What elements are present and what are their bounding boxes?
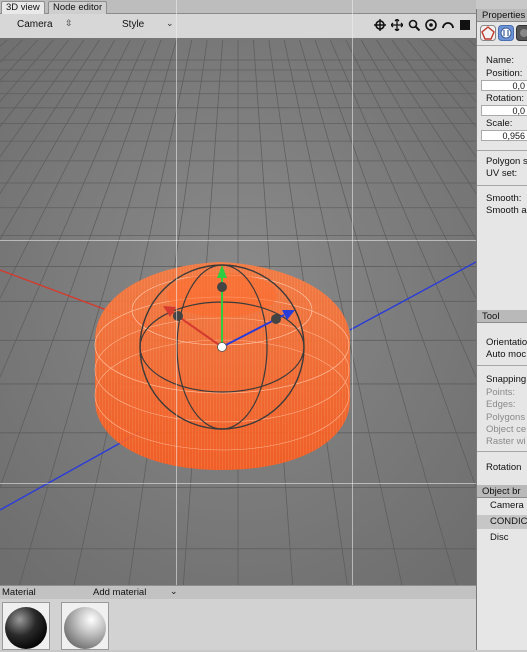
style-select[interactable]: Style xyxy=(122,19,144,30)
chevron-down-icon[interactable]: ⌄ xyxy=(166,18,174,29)
object-browser-header: Object br xyxy=(477,485,527,498)
smooth-label: Smooth: xyxy=(486,193,521,204)
separator xyxy=(477,45,527,46)
polygon-set-label: Polygon s xyxy=(486,156,527,167)
viewport-canvas[interactable] xyxy=(0,38,476,585)
uv-set-label: UV set: xyxy=(486,168,517,179)
camera-updown-icon[interactable]: ⇳ xyxy=(65,18,73,29)
material-swatch-dark[interactable] xyxy=(2,602,50,650)
edges-label: Edges: xyxy=(486,399,516,410)
object-browser-row[interactable]: CONDIC xyxy=(477,515,527,529)
guide-line-vertical-2 xyxy=(352,0,353,650)
polygons-label: Polygons xyxy=(486,412,525,423)
rotation-label: Rotation: xyxy=(486,93,524,104)
material-swatches xyxy=(0,599,476,650)
guide-line-horizontal-1 xyxy=(0,240,527,241)
orbit-icon[interactable] xyxy=(425,19,437,31)
move-icon[interactable] xyxy=(374,19,386,31)
tab-node-editor[interactable]: Node editor xyxy=(48,1,107,14)
snapping-label: Snapping xyxy=(486,374,526,385)
rotate-view-icon[interactable] xyxy=(442,19,454,31)
pan-icon[interactable] xyxy=(391,19,403,31)
properties-tab-object[interactable] xyxy=(480,25,496,44)
material-toolbar: Material Add material ⌄ xyxy=(0,585,476,600)
name-label: Name: xyxy=(486,55,514,66)
separator xyxy=(477,185,527,186)
object-browser-row[interactable]: Disc xyxy=(477,531,527,545)
rotation-tool-label: Rotation xyxy=(486,462,521,473)
properties-tab-material[interactable] xyxy=(498,25,514,44)
sphere-icon xyxy=(62,603,108,649)
auto-mode-label: Auto moc xyxy=(486,349,526,360)
properties-header: Properties xyxy=(477,9,527,22)
right-panel: Properties Name: Position: 0,0 Rotation:… xyxy=(476,9,527,650)
separator xyxy=(477,365,527,366)
object-icon[interactable] xyxy=(480,25,496,41)
fullscreen-icon[interactable] xyxy=(459,19,471,31)
view-tab-bar: 3D view Node editor xyxy=(0,0,476,14)
sphere-icon xyxy=(3,603,49,649)
tool-header: Tool xyxy=(477,310,527,323)
zoom-icon[interactable] xyxy=(408,19,420,31)
orientation-label: Orientatio xyxy=(486,337,527,348)
scale-label: Scale: xyxy=(486,118,512,129)
object-browser-row[interactable]: Camera xyxy=(477,499,527,513)
camera-select[interactable]: Camera xyxy=(17,19,53,30)
viewport-toolbar: Camera ⇳ Style ⌄ xyxy=(0,14,476,39)
object-browser-item-label: CONDIC xyxy=(490,516,527,527)
guide-line-vertical-1 xyxy=(176,0,177,650)
scale-field[interactable]: 0,956 xyxy=(481,130,527,141)
material-icon[interactable] xyxy=(498,25,514,41)
tag-icon[interactable] xyxy=(516,25,527,41)
points-label: Points: xyxy=(486,387,515,398)
separator xyxy=(477,451,527,452)
separator xyxy=(477,150,527,151)
rotation-field[interactable]: 0,0 xyxy=(481,105,527,116)
position-label: Position: xyxy=(486,68,522,79)
object-browser-item-label: Disc xyxy=(490,532,508,543)
material-swatch-light[interactable] xyxy=(61,602,109,650)
chevron-down-icon[interactable]: ⌄ xyxy=(170,586,178,597)
material-label: Material xyxy=(2,587,36,598)
smooth-angle-label: Smooth a xyxy=(486,205,527,216)
object-center-label: Object ce xyxy=(486,424,526,435)
object-browser-item-label: Camera xyxy=(490,500,524,511)
tab-3d-view[interactable]: 3D view xyxy=(1,1,45,14)
raster-label: Raster wi xyxy=(486,436,526,447)
properties-tab-tag[interactable] xyxy=(516,25,527,44)
3d-viewport[interactable] xyxy=(0,38,476,585)
gizmo-center-handle[interactable] xyxy=(218,343,227,352)
guide-line-horizontal-2 xyxy=(0,483,527,484)
position-field[interactable]: 0,0 xyxy=(481,80,527,91)
add-material-button[interactable]: Add material xyxy=(93,587,146,598)
